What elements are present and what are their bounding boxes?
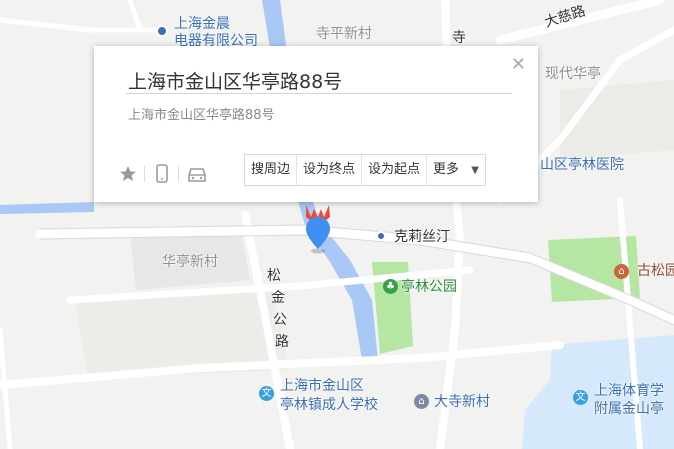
star-icon[interactable] xyxy=(118,164,140,184)
park-icon: ♣ xyxy=(383,279,398,294)
residential-icon: ⌂ xyxy=(414,394,429,409)
popup-title: 上海市金山区华亭路88号 xyxy=(128,71,343,93)
road-label-songjin-4: 路 xyxy=(275,334,289,350)
popup-address: 上海市金山区华亭路88号 xyxy=(128,108,275,123)
area-label-huating: 华亭新村 xyxy=(162,254,218,270)
area-label-xiandai: 现代华亭 xyxy=(545,66,601,82)
set-destination-button[interactable]: 设为终点 xyxy=(297,155,363,185)
divider xyxy=(126,93,512,94)
more-label: 更多 xyxy=(433,162,460,177)
location-popup: 上海市金山区华亭路88号 ✕ 上海市金山区华亭路88号 搜周边 设为终点 设为起… xyxy=(94,46,538,202)
landmark-icon: ⌂ xyxy=(614,264,629,279)
location-marker-icon[interactable] xyxy=(300,199,336,257)
poi-label-gusong[interactable]: 古松园 xyxy=(637,264,674,278)
road-label-si: 寺 xyxy=(452,30,466,46)
road-label-songjin-2: 金 xyxy=(271,290,285,306)
school-icon: 文 xyxy=(573,390,588,405)
popup-actions: 搜周边 设为终点 设为起点 更多 ▼ xyxy=(244,154,486,186)
poi-label-kelisi[interactable]: 克莉丝汀 xyxy=(394,230,450,244)
road-label-songjin-1: 松 xyxy=(267,268,281,284)
search-nearby-button[interactable]: 搜周边 xyxy=(245,155,298,185)
separator xyxy=(178,166,179,182)
phone-icon[interactable] xyxy=(152,164,174,184)
caret-down-icon: ▼ xyxy=(471,165,479,176)
area-label-siping: 寺平新村 xyxy=(316,26,372,42)
poi-label-school-2[interactable]: 亭林镇成人学校 xyxy=(280,398,378,412)
car-icon[interactable] xyxy=(186,164,208,184)
poi-dot-icon xyxy=(156,25,168,37)
poi-label-jinchen[interactable]: 上海金晨 xyxy=(174,17,230,31)
poi-label-dasi[interactable]: 大寺新村 xyxy=(434,395,490,409)
poi-label-school-1[interactable]: 上海市金山区 xyxy=(280,379,364,393)
separator xyxy=(144,166,145,182)
poi-dot-icon xyxy=(376,231,386,241)
poi-label-tinglin-park[interactable]: 亭林公园 xyxy=(401,280,457,294)
set-origin-button[interactable]: 设为起点 xyxy=(362,155,428,185)
poi-label-hospital[interactable]: 山区亭林医院 xyxy=(540,158,624,172)
school-icon: 文 xyxy=(259,386,274,401)
close-icon[interactable]: ✕ xyxy=(511,54,526,75)
road-label-songjin-3: 公 xyxy=(273,312,287,328)
poi-label-sports-2[interactable]: 附属金山亭 xyxy=(594,402,664,416)
more-button[interactable]: 更多 ▼ xyxy=(427,155,485,185)
poi-label-sports-1[interactable]: 上海体育学 xyxy=(594,384,664,398)
